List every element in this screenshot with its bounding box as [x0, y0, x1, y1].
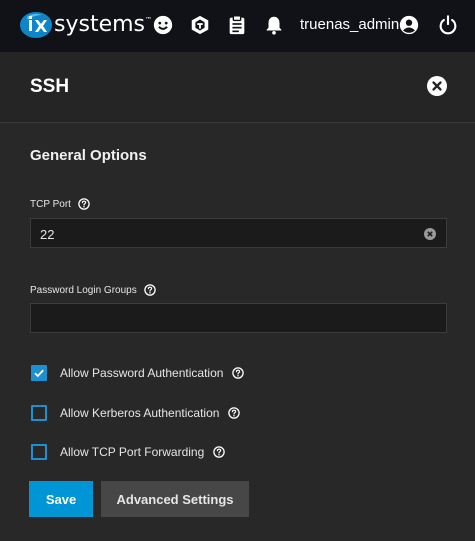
allow-kerberos-auth-checkbox-row[interactable]: Allow Kerberos Authentication — [31, 405, 241, 421]
section-title: General Options — [30, 147, 147, 164]
logo-text: systems™ — [54, 12, 152, 37]
allow-tcp-port-forwarding-label: Allow TCP Port Forwarding — [60, 445, 205, 459]
tcp-port-input[interactable]: 22 — [30, 218, 447, 248]
jobs-clipboard-icon[interactable] — [226, 14, 248, 36]
power-icon[interactable] — [437, 14, 459, 36]
page-title: SSH — [30, 76, 70, 97]
feedback-smile-icon[interactable] — [152, 14, 174, 36]
help-icon[interactable] — [78, 198, 90, 210]
advanced-settings-button[interactable]: Advanced Settings — [101, 481, 249, 517]
close-icon[interactable] — [427, 76, 447, 96]
truecommand-icon[interactable] — [189, 14, 211, 36]
username-label[interactable]: truenas_admin — [300, 16, 399, 33]
account-circle-icon[interactable] — [398, 14, 420, 36]
allow-password-auth-checkbox-row[interactable]: Allow Password Authentication — [31, 365, 245, 381]
tcp-port-value: 22 — [40, 227, 55, 242]
password-login-groups-input[interactable] — [30, 303, 447, 333]
save-button[interactable]: Save — [29, 481, 93, 517]
help-icon[interactable] — [143, 284, 156, 296]
tcp-port-label: TCP Port — [30, 198, 90, 210]
notifications-bell-icon[interactable] — [263, 14, 285, 36]
ix-logo-mark-icon — [20, 12, 52, 38]
allow-tcp-port-forwarding-checkbox[interactable] — [31, 444, 47, 460]
top-bar: systems™ truenas_admin — [0, 0, 475, 52]
allow-kerberos-auth-checkbox[interactable] — [31, 405, 47, 421]
allow-kerberos-auth-label: Allow Kerberos Authentication — [60, 406, 220, 420]
clear-input-icon[interactable] — [424, 228, 436, 240]
allow-password-auth-label: Allow Password Authentication — [60, 366, 224, 380]
password-login-groups-label: Password Login Groups — [30, 284, 156, 296]
help-icon[interactable] — [232, 367, 245, 379]
help-icon[interactable] — [213, 446, 226, 458]
allow-tcp-port-forwarding-checkbox-row[interactable]: Allow TCP Port Forwarding — [31, 444, 226, 460]
panel-header: SSH — [0, 52, 475, 123]
allow-password-auth-checkbox[interactable] — [31, 365, 47, 381]
help-icon[interactable] — [228, 407, 241, 419]
